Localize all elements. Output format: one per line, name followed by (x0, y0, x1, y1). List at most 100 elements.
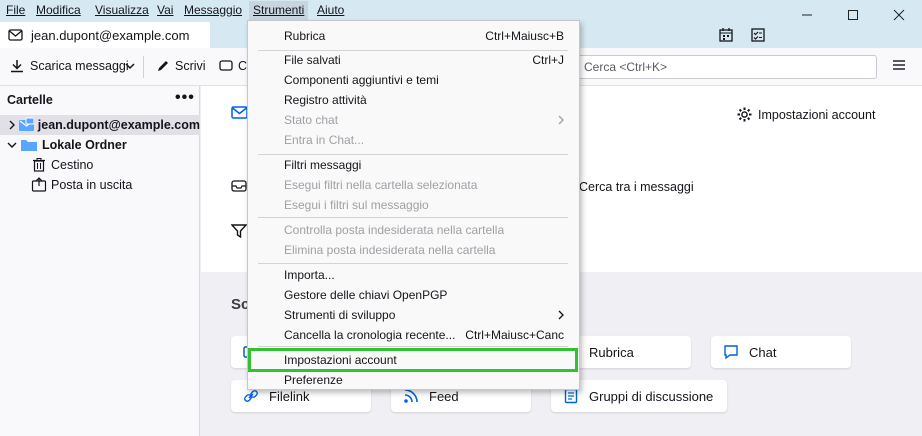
chat-label: C (238, 59, 248, 73)
menu-messaggio[interactable]: Messaggio (184, 3, 242, 17)
menu-visualizza[interactable]: Visualizza (95, 3, 149, 17)
highlight-box (248, 348, 578, 372)
gear-icon (737, 107, 752, 122)
card-newsgroups-label: Gruppi di discussione (589, 388, 714, 404)
write-label: Scrivi (175, 59, 206, 73)
folder-icon (21, 140, 37, 151)
menu-item-activity-log[interactable]: Registro attività (248, 90, 579, 110)
menu-item-check-junk: Controlla posta indesiderata nella carte… (248, 220, 579, 240)
chevron-down-icon (7, 142, 17, 148)
menu-item-label: Esegui filtri nella cartella selezionata (284, 178, 478, 192)
menu-item-clear-history[interactable]: Cancella la cronologia recente... Ctrl+M… (248, 325, 579, 345)
calendar-icon (719, 28, 733, 42)
get-messages-label: Scarica messaggi (30, 59, 129, 73)
get-messages-button[interactable]: Scarica messaggi (9, 59, 129, 73)
calendar-tab-button[interactable] (718, 27, 734, 46)
hamburger-icon (893, 60, 905, 70)
menu-item-join-chat: Entra in Chat... (248, 130, 579, 150)
chat-icon (219, 60, 233, 71)
menu-item-saved-files[interactable]: File salvati Ctrl+J (248, 50, 579, 70)
menu-item-delete-junk: Elimina posta indesiderata nella cartell… (248, 240, 579, 260)
trash-icon (33, 158, 45, 172)
toolbar-divider (143, 56, 144, 78)
menu-item-preferences[interactable]: Preferenze (248, 370, 579, 390)
menu-item-run-filters-message: Esegui i filtri sul messaggio (248, 195, 579, 215)
menu-item-shortcut: Ctrl+Maiusc+B (485, 29, 564, 43)
menu-item-label: Componenti aggiuntivi e temi (284, 73, 439, 87)
folder-account-label: jean.dupont@example.com (37, 118, 200, 132)
menu-item-shortcut: Ctrl+Maiusc+Canc (465, 328, 564, 342)
chat-button[interactable]: C (219, 59, 247, 73)
card-feed-label: Feed (429, 388, 459, 404)
download-icon (11, 60, 23, 73)
account-settings-link[interactable]: Impostazioni account (737, 107, 875, 122)
menu-separator (258, 263, 568, 264)
read-messages-icon (231, 179, 247, 196)
menu-item-label: Esegui i filtri sul messaggio (284, 198, 429, 212)
menu-item-label: Importa... (284, 268, 335, 282)
account-settings-label: Impostazioni account (758, 107, 876, 122)
search-messages-link[interactable]: Cerca tra i messaggi (579, 180, 694, 194)
card-chat[interactable]: Chat (711, 336, 851, 368)
menu-item-chat-status: Stato chat (248, 110, 579, 130)
menu-item-label: Controlla posta indesiderata nella carte… (284, 223, 505, 237)
menu-aiuto[interactable]: Aiuto (317, 3, 344, 17)
menu-item-message-filters[interactable]: Filtri messaggi (248, 155, 579, 175)
menu-item-label: Stato chat (284, 113, 339, 127)
mail-folder-icon (19, 117, 34, 131)
tab-title: jean.dupont@example.com (31, 27, 190, 43)
get-messages-dropdown[interactable] (125, 60, 135, 75)
menu-separator (258, 217, 568, 218)
folder-pane-header: Cartelle (7, 93, 53, 107)
menu-item-label: File salvati (284, 53, 341, 67)
write-button[interactable]: Scrivi (156, 59, 206, 73)
folder-outbox[interactable]: Posta in uscita (0, 175, 200, 195)
folder-account[interactable]: jean.dupont@example.com (0, 115, 200, 135)
folder-pane-menu-button[interactable]: ••• (175, 89, 195, 107)
search-input[interactable]: Cerca <Ctrl+K> (575, 55, 877, 79)
minimize-icon (802, 14, 812, 16)
chevron-down-icon (125, 63, 135, 70)
chat-icon (724, 345, 738, 360)
chevron-right-icon (9, 120, 15, 130)
chevron-right-icon (558, 310, 564, 320)
menu-item-openpgp-keys[interactable]: Gestore delle chiavi OpenPGP (248, 285, 579, 305)
menu-item-import[interactable]: Importa... (248, 265, 579, 285)
link-icon (244, 390, 258, 402)
chevron-right-icon (558, 115, 564, 125)
tasks-icon (751, 28, 765, 42)
folder-local-label: Lokale Ordner (42, 138, 127, 152)
tab-account[interactable]: jean.dupont@example.com (0, 22, 210, 48)
menu-item-label: Filtri messaggi (284, 158, 362, 172)
menu-item-label: Registro attività (284, 93, 367, 107)
menu-item-dev-tools[interactable]: Strumenti di sviluppo (248, 305, 579, 325)
filter-icon (230, 224, 248, 239)
tasks-tab-button[interactable] (750, 27, 766, 46)
menu-item-address-book[interactable]: Rubrica Ctrl+Maiusc+B (248, 26, 579, 46)
menu-strumenti[interactable]: Strumenti (249, 1, 309, 21)
card-address-book-label: Rubrica (589, 344, 634, 360)
mail-account-icon (8, 29, 23, 41)
folder-trash-label: Cestino (51, 158, 94, 172)
folder-outbox-label: Posta in uscita (51, 178, 133, 192)
app-menu-button[interactable] (892, 58, 906, 75)
menu-item-label: Gestore delle chiavi OpenPGP (284, 288, 448, 302)
menu-modifica[interactable]: Modifica (36, 3, 81, 17)
menu-vai[interactable]: Vai (157, 3, 173, 17)
pencil-icon (158, 61, 168, 71)
inbox-icon (231, 180, 247, 192)
menu-item-addons[interactable]: Componenti aggiuntivi e temi (248, 70, 579, 90)
close-icon (893, 9, 905, 21)
menu-item-label: Strumenti di sviluppo (284, 308, 396, 322)
menu-item-shortcut: Ctrl+J (532, 53, 564, 67)
card-chat-label: Chat (749, 344, 777, 360)
folder-trash[interactable]: Cestino (0, 155, 200, 175)
folder-local[interactable]: Lokale Ordner (0, 135, 200, 155)
rss-icon (404, 389, 418, 403)
menu-item-run-filters-folder: Esegui filtri nella cartella selezionata (248, 175, 579, 195)
menu-item-label: Rubrica (284, 29, 326, 43)
menu-file[interactable]: File (6, 3, 25, 17)
newsgroup-icon (564, 388, 578, 404)
menu-item-label: Entra in Chat... (284, 133, 365, 147)
menu-item-label: Elimina posta indesiderata nella cartell… (284, 243, 496, 257)
